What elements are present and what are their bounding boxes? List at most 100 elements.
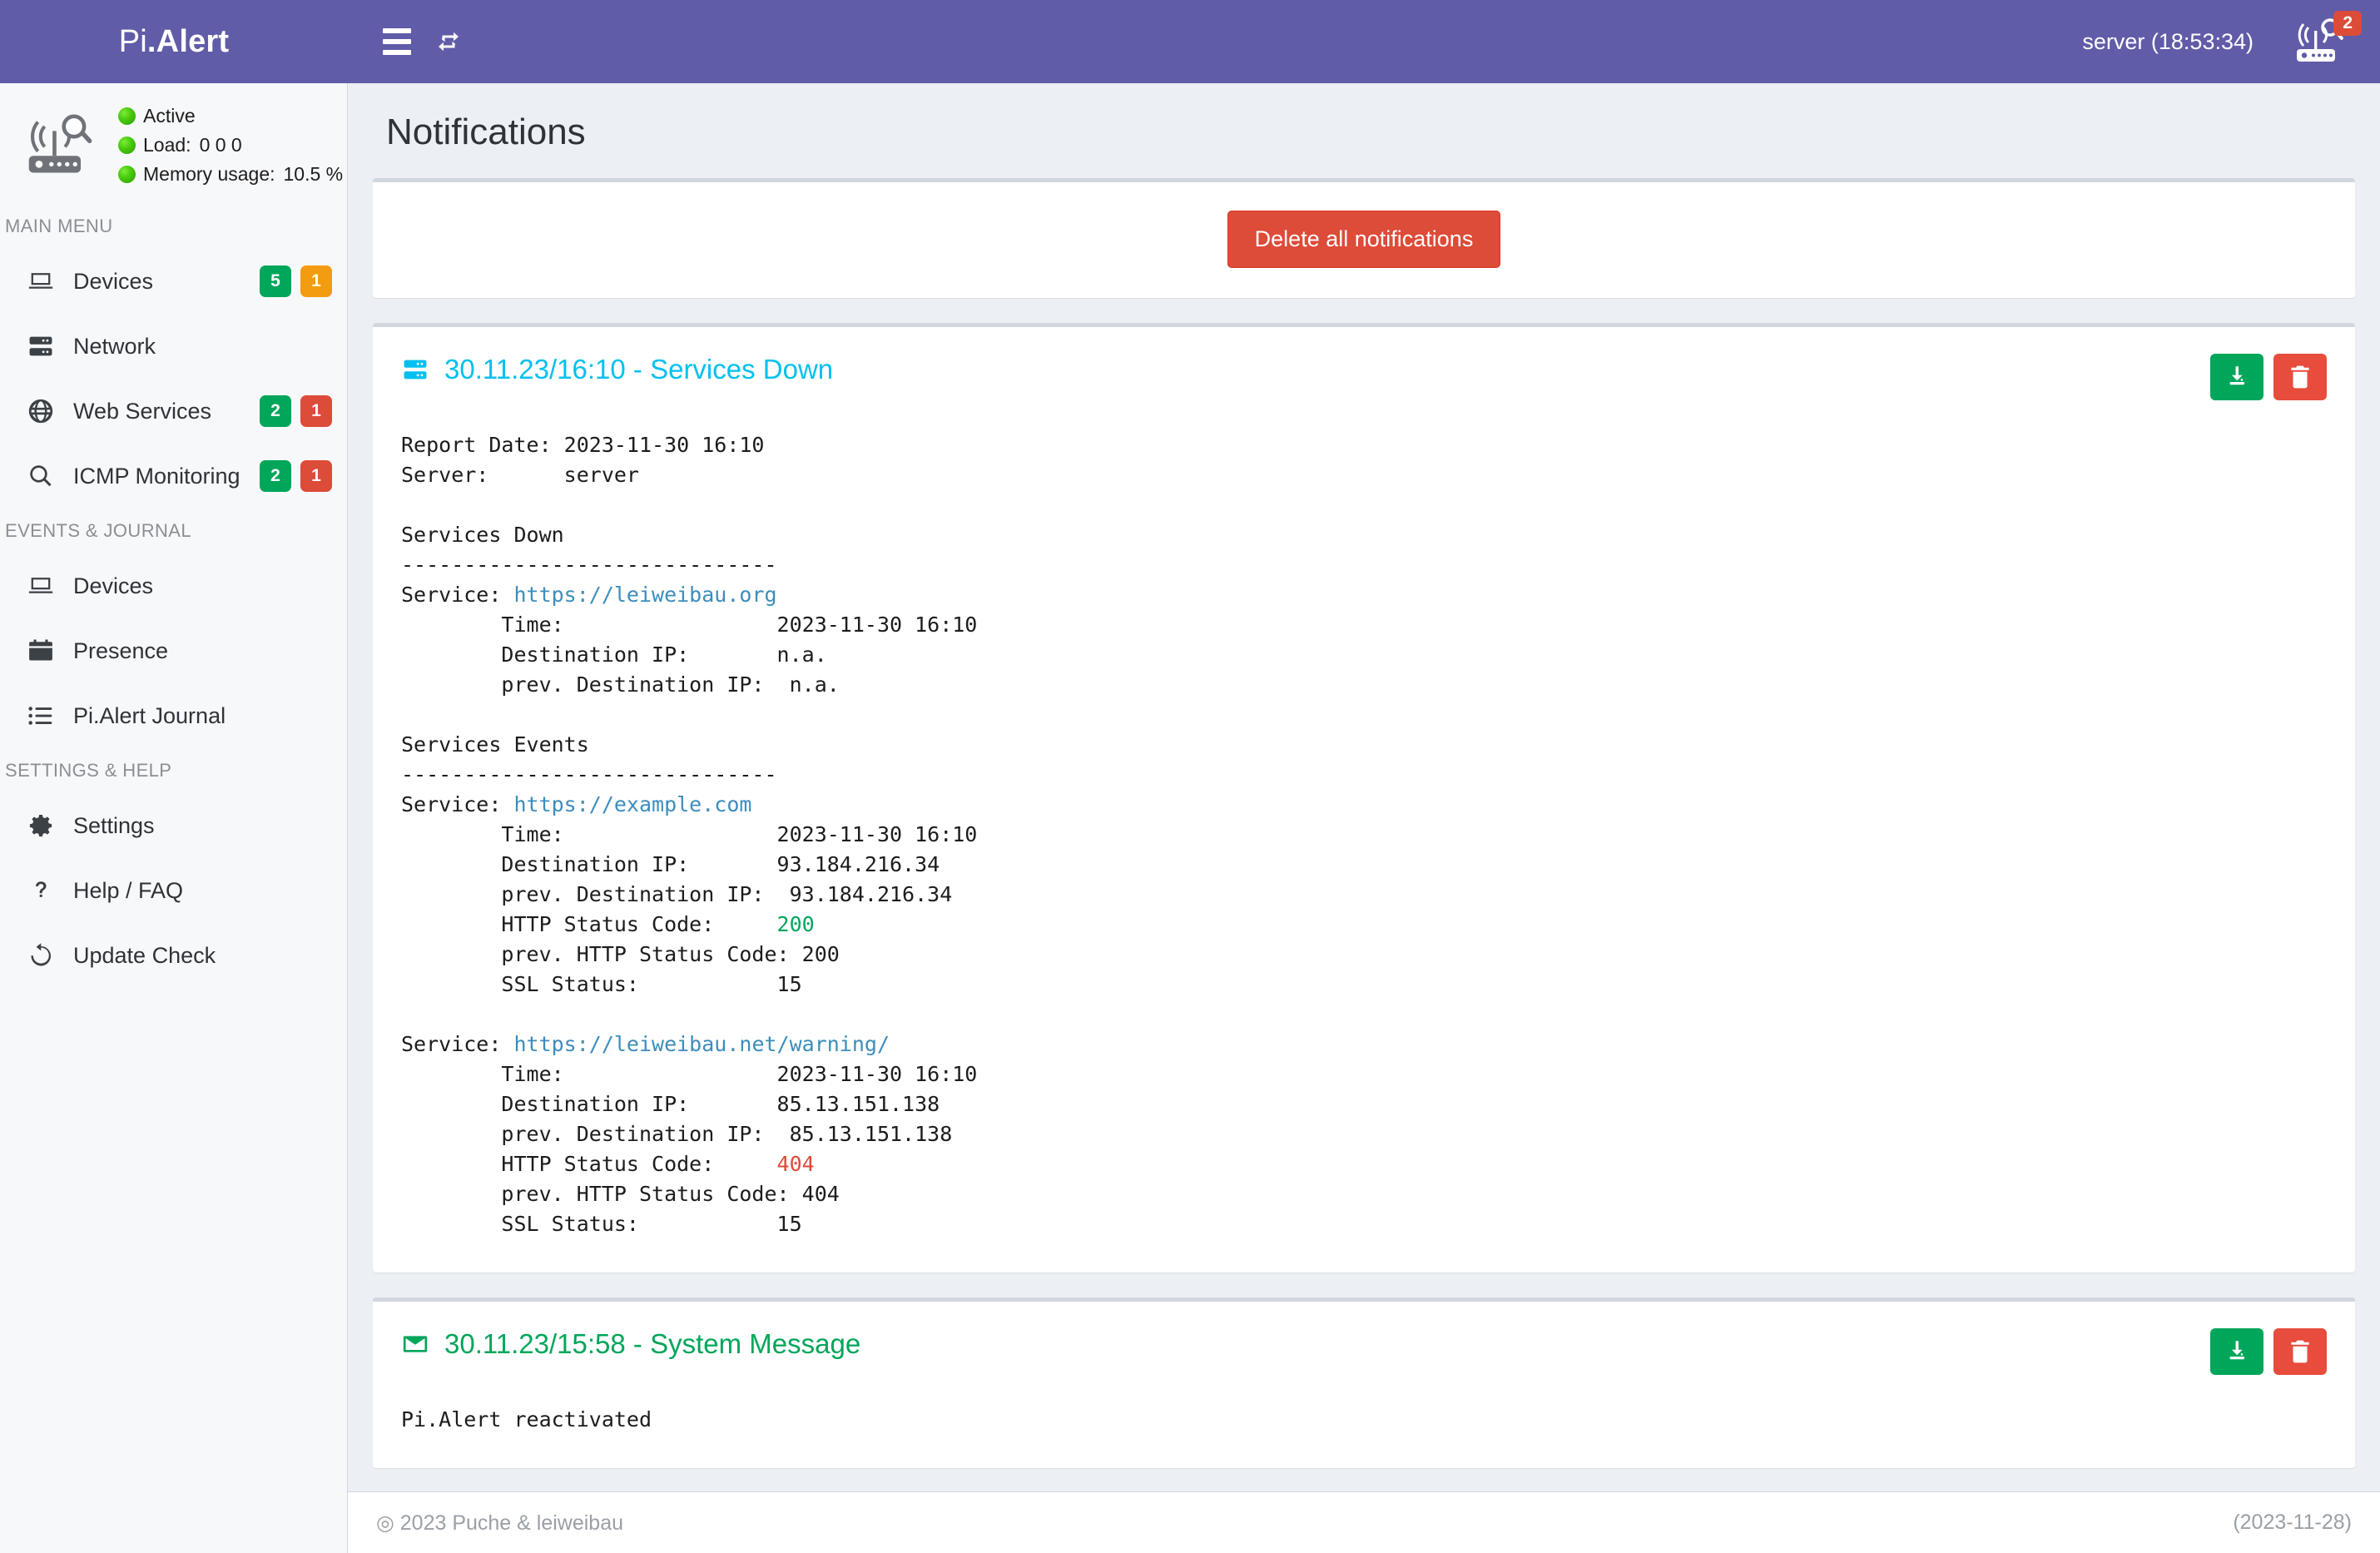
http-status-code: 200 — [777, 912, 815, 936]
top-navbar: Pi.Alert server (18:53:34) — [0, 0, 2380, 83]
notification-body-line: Pi.Alert reactivated — [401, 1407, 652, 1431]
server-icon — [27, 332, 55, 360]
refresh-button[interactable] — [423, 16, 474, 67]
notification-body-line: prev. Destination IP: n.a. — [401, 672, 840, 697]
notification-title[interactable]: 30.11.23/16:10 - Services Down — [401, 354, 833, 385]
status-dot-icon — [118, 166, 136, 183]
status-load-label: Load: — [143, 134, 191, 156]
server-clock-label: server (18:53:34) — [2082, 29, 2254, 55]
download-notification-button[interactable] — [2210, 1328, 2263, 1375]
sidebar-item-badges: 51 — [260, 265, 332, 297]
question-icon — [27, 876, 55, 905]
envelope-icon — [401, 1330, 429, 1358]
notification-title-text: 30.11.23/16:10 - Services Down — [444, 354, 833, 385]
service-url-link[interactable]: https://example.com — [513, 792, 751, 816]
notification-body-line: SSL Status: 15 — [401, 972, 802, 996]
sidebar-item-help-faq[interactable]: Help / FAQ — [0, 858, 347, 923]
notification-body: Pi.Alert reactivated — [373, 1375, 2355, 1468]
question-icon — [27, 876, 55, 905]
sync-icon — [434, 27, 464, 57]
sidebar-item-icmp-monitoring[interactable]: ICMP Monitoring21 — [0, 444, 347, 509]
notification-body-line: HTTP Status Code: 404 — [401, 1152, 815, 1176]
sidebar-item-web-services[interactable]: Web Services 21 — [0, 379, 347, 444]
notification-card: 30.11.23/15:58 - System Message Pi.Alert … — [373, 1297, 2355, 1468]
refresh-icon — [27, 941, 55, 970]
notification-card: 30.11.23/16:10 - Services Down Report Dat… — [373, 323, 2355, 1273]
sidebar-item-network[interactable]: Network — [0, 314, 347, 379]
sidebar-item-label: Devices — [73, 269, 153, 295]
sidebar-item-presence[interactable]: Presence — [0, 618, 347, 683]
status-badge: 1 — [300, 265, 332, 297]
footer-version-date: (2023-11-28) — [2233, 1511, 2352, 1535]
search-icon — [27, 462, 55, 490]
service-url-link[interactable]: https://leiweibau.net/warning/ — [513, 1032, 890, 1056]
sidebar-item-label: Web Services — [73, 399, 211, 424]
navbar: server (18:53:34) 2 — [348, 0, 2380, 83]
globe-icon — [27, 397, 55, 425]
notification-body-line: Services Events — [401, 732, 589, 757]
status-badge: 1 — [300, 460, 332, 492]
notification-body-line: Time: 2023-11-30 16:10 — [401, 822, 977, 846]
list-icon — [27, 702, 55, 730]
laptop-icon — [27, 267, 55, 295]
sidebar-item-label: Help / FAQ — [73, 878, 183, 904]
sidebar-item-settings[interactable]: Settings — [0, 793, 347, 858]
notification-body-line: Destination IP: 85.13.151.138 — [401, 1092, 940, 1116]
notification-body-line: prev. HTTP Status Code: 200 — [401, 942, 840, 966]
sidebar-item-label: Devices — [73, 573, 153, 599]
notification-title-text: 30.11.23/15:58 - System Message — [444, 1328, 860, 1360]
notification-body-line: Report Date: 2023-11-30 16:10 — [401, 433, 765, 457]
calendar-icon — [27, 637, 55, 665]
body-row: Active Load: 0 0 0 Memory usage: 10.5 % … — [0, 83, 2380, 1553]
notification-body-line: Time: 2023-11-30 16:10 — [401, 1062, 977, 1086]
sidebar-item-pi-alert-journal[interactable]: Pi.Alert Journal — [0, 683, 347, 748]
status-memory: Memory usage: 10.5 % — [118, 163, 343, 186]
sidebar-item-label: Pi.Alert Journal — [73, 703, 226, 729]
sidebar-toggle-button[interactable] — [371, 16, 423, 67]
status-dot-icon — [118, 107, 136, 125]
footer-copyright: ◎ 2023 Puche & leiweibau — [376, 1511, 623, 1536]
sidebar-item-label: Presence — [73, 638, 168, 664]
sidebar-item-devices[interactable]: Devices — [0, 553, 347, 618]
notification-count-badge: 2 — [2333, 11, 2362, 36]
download-icon — [2223, 1337, 2251, 1366]
notification-body-line: prev. Destination IP: 93.184.216.34 — [401, 882, 952, 906]
notification-title[interactable]: 30.11.23/15:58 - System Message — [401, 1328, 860, 1360]
sidebar-item-label: ICMP Monitoring — [73, 464, 240, 489]
sidebar-item-devices[interactable]: Devices 51 — [0, 249, 347, 314]
laptop-icon — [27, 572, 55, 600]
envelope-icon — [401, 1330, 429, 1358]
status-badge: 1 — [300, 395, 332, 427]
notification-body-line: HTTP Status Code: 200 — [401, 912, 815, 936]
notification-body-line: prev. Destination IP: 85.13.151.138 — [401, 1122, 952, 1146]
delete-notification-button[interactable] — [2273, 1328, 2327, 1375]
notifications-button[interactable]: 2 — [2290, 16, 2352, 67]
sidebar-item-update-check[interactable]: Update Check — [0, 923, 347, 988]
download-icon — [2223, 363, 2251, 391]
status-badge: 5 — [260, 265, 291, 297]
download-notification-button[interactable] — [2210, 354, 2263, 400]
notification-body-line: Destination IP: 93.184.216.34 — [401, 852, 940, 876]
globe-icon — [27, 397, 55, 425]
notification-body-line: ------------------------------ — [401, 762, 777, 786]
notification-body: Report Date: 2023-11-30 16:10 Server: se… — [373, 400, 2355, 1273]
delete-all-notifications-button[interactable]: Delete all notifications — [1227, 211, 1501, 268]
gear-icon — [27, 811, 55, 840]
search-icon — [27, 462, 55, 490]
gear-icon — [27, 811, 55, 840]
notification-actions — [2210, 354, 2327, 400]
calendar-icon — [27, 637, 55, 665]
notification-header: 30.11.23/15:58 - System Message — [373, 1302, 2355, 1375]
laptop-icon — [27, 267, 55, 295]
server-icon — [401, 355, 429, 384]
sidebar-item-label: Settings — [73, 813, 155, 839]
sidebar-item-badges: 21 — [260, 395, 332, 427]
service-url-link[interactable]: https://leiweibau.org — [513, 583, 776, 607]
delete-notification-button[interactable] — [2273, 354, 2327, 400]
notification-body-line: prev. HTTP Status Code: 404 — [401, 1182, 840, 1206]
notification-body-line: Service: https://example.com — [401, 792, 751, 816]
brand-logo[interactable]: Pi.Alert — [0, 0, 348, 83]
notification-body-line: Services Down — [401, 523, 564, 547]
sidebar-item-label: Network — [73, 334, 156, 360]
server-icon — [401, 355, 429, 384]
